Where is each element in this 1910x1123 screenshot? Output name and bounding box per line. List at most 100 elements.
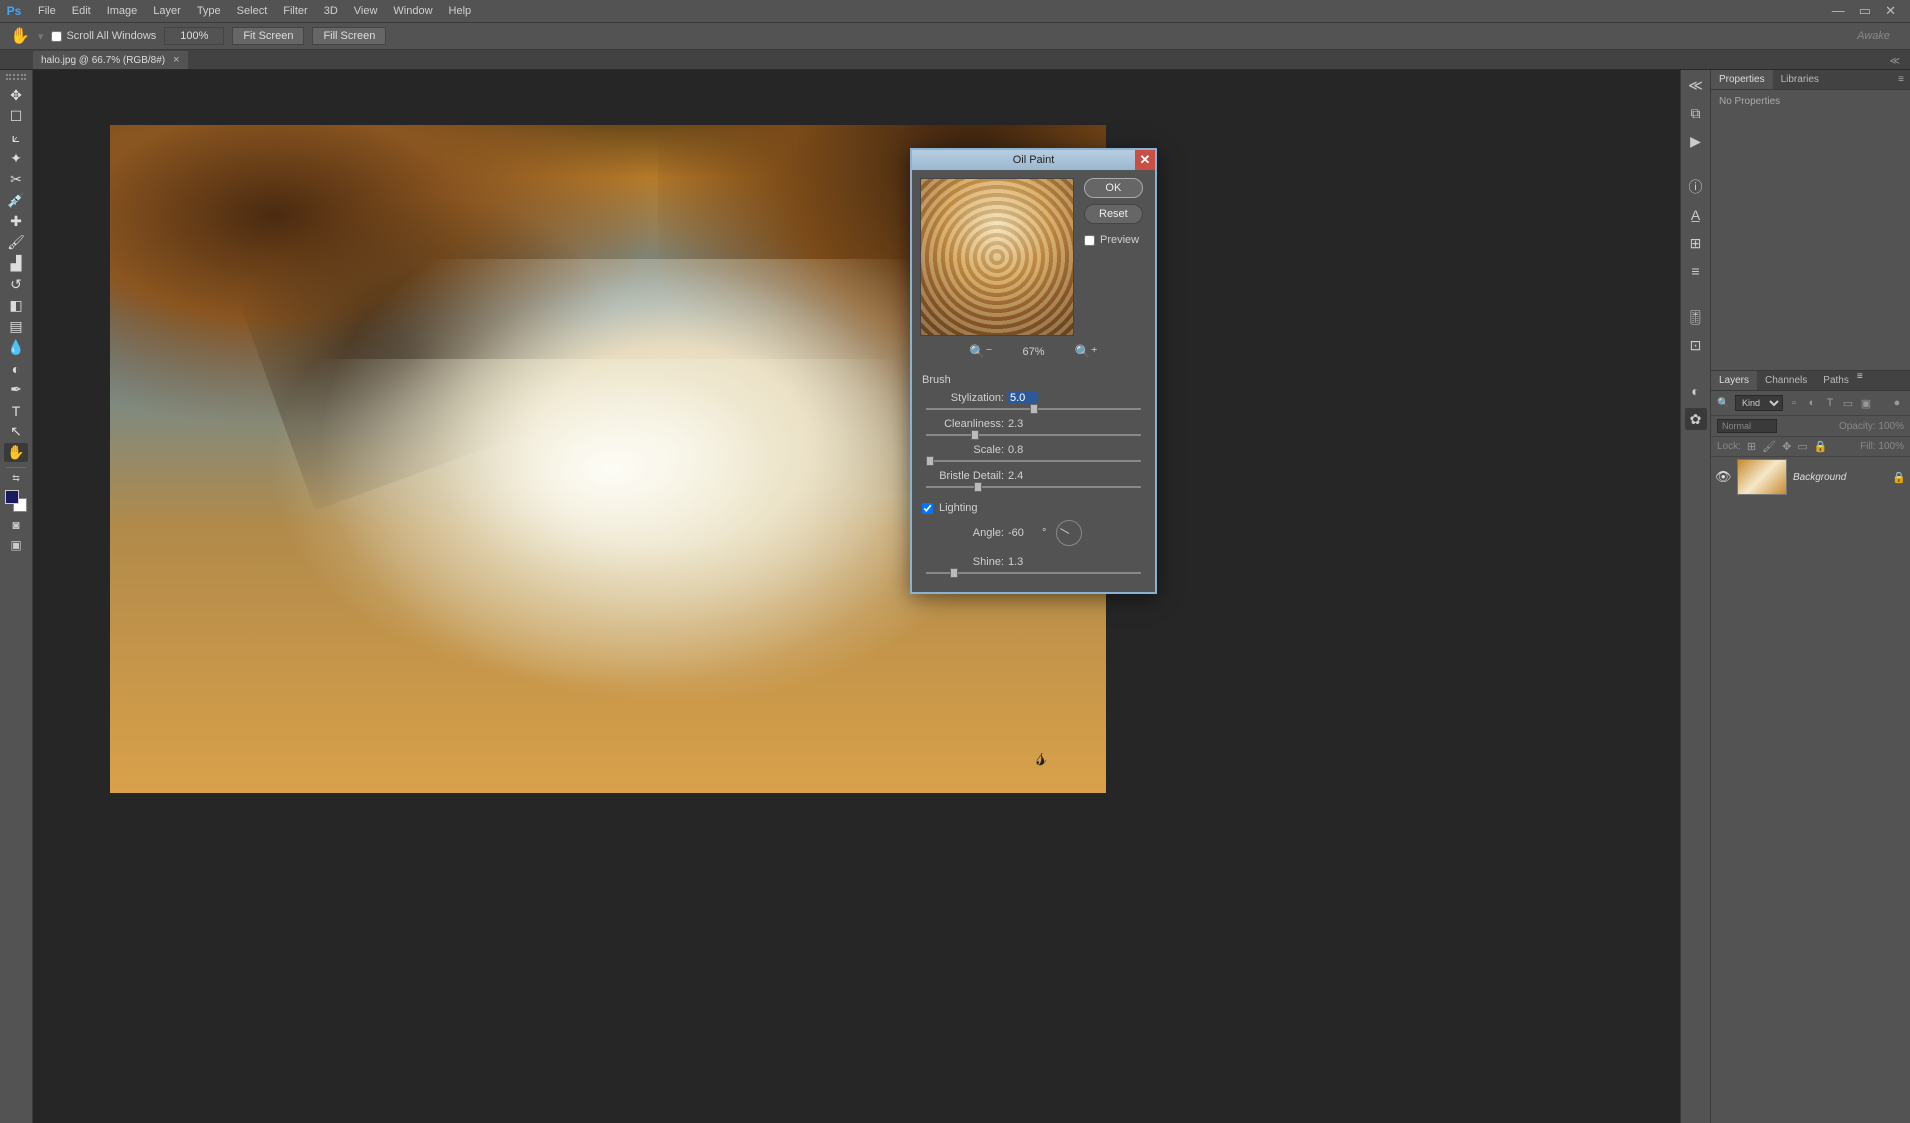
blend-mode-select[interactable]: Normal xyxy=(1717,419,1777,433)
screenmode-icon[interactable]: ▣ xyxy=(6,538,26,552)
dodge-tool-icon[interactable]: ◐ xyxy=(4,359,28,378)
menu-help[interactable]: Help xyxy=(441,2,480,20)
hand-tool-icon[interactable]: ✋ xyxy=(4,443,28,462)
expand-panels-icon[interactable]: ≪ xyxy=(1685,74,1707,96)
quickmask-icon[interactable]: ◙ xyxy=(6,518,26,532)
pen-tool-icon[interactable]: ✒ xyxy=(4,380,28,399)
adjustments-panel-icon[interactable]: 🎚 xyxy=(1685,306,1707,328)
zoom-in-icon[interactable]: 🔍⁺ xyxy=(1075,344,1098,360)
type-tool-icon[interactable]: T xyxy=(4,401,28,420)
menu-view[interactable]: View xyxy=(346,2,386,20)
magic-wand-tool-icon[interactable]: ✦ xyxy=(4,149,28,168)
close-icon[interactable]: ✕ xyxy=(1885,3,1896,19)
brush-tool-icon[interactable]: 🖌 xyxy=(4,233,28,252)
angle-value[interactable]: -60 xyxy=(1008,527,1038,539)
maximize-icon[interactable]: ▭ xyxy=(1859,3,1871,19)
tab-layers[interactable]: Layers xyxy=(1711,371,1757,390)
cleanliness-value[interactable]: 2.3 xyxy=(1008,418,1038,430)
menu-type[interactable]: Type xyxy=(189,2,229,20)
preview-checkbox-row[interactable]: Preview xyxy=(1084,234,1143,246)
tab-properties[interactable]: Properties xyxy=(1711,70,1773,89)
stylization-slider[interactable] xyxy=(926,408,1141,410)
fit-screen-button[interactable]: Fit Screen xyxy=(232,27,304,45)
minimize-icon[interactable]: — xyxy=(1832,3,1845,19)
document-tab-close-icon[interactable]: × xyxy=(173,54,179,66)
stamp-tool-icon[interactable]: ▟ xyxy=(4,254,28,273)
filter-adjust-icon[interactable]: ◐ xyxy=(1805,397,1819,409)
panel-menu-icon[interactable]: ≡ xyxy=(1892,70,1910,89)
dialog-titlebar[interactable]: Oil Paint ✕ xyxy=(912,150,1155,170)
oil-paint-dialog[interactable]: Oil Paint ✕ OK Reset Preview 🔍⁻ 67% 🔍⁺ B… xyxy=(910,148,1157,594)
healing-tool-icon[interactable]: ✚ xyxy=(4,212,28,231)
panel-grip-icon[interactable] xyxy=(6,74,26,80)
lock-artboard-icon[interactable]: ▭ xyxy=(1797,440,1807,453)
lock-brush-icon[interactable]: 🖌 xyxy=(1762,440,1776,453)
lock-position-icon[interactable]: ✥ xyxy=(1782,440,1791,453)
scale-value[interactable]: 0.8 xyxy=(1008,444,1038,456)
filter-type-icon[interactable]: T xyxy=(1823,397,1837,409)
move-tool-icon[interactable]: ✥ xyxy=(4,86,28,105)
paragraph-panel-icon[interactable]: ⊞ xyxy=(1685,232,1707,254)
layer-visibility-icon[interactable]: 👁 xyxy=(1715,469,1731,485)
info-panel-icon[interactable]: ⓘ xyxy=(1685,176,1707,198)
hand-tool-icon[interactable]: ✋ xyxy=(10,26,30,46)
lighting-checkbox[interactable] xyxy=(922,503,933,514)
layer-lock-icon[interactable]: 🔒 xyxy=(1892,471,1906,484)
layer-search-icon[interactable]: 🔍 xyxy=(1717,398,1731,409)
stylization-value[interactable]: 5.0 xyxy=(1008,392,1038,404)
angle-dial[interactable] xyxy=(1056,520,1082,546)
history-brush-tool-icon[interactable]: ↺ xyxy=(4,275,28,294)
tab-paths[interactable]: Paths xyxy=(1815,371,1857,390)
slider-handle-icon[interactable] xyxy=(950,568,958,578)
foreground-color-swatch[interactable] xyxy=(5,490,19,504)
shine-slider[interactable] xyxy=(926,572,1141,574)
filter-toggle-icon[interactable]: ● xyxy=(1890,397,1904,409)
preview-checkbox[interactable] xyxy=(1084,235,1095,246)
dialog-preview[interactable] xyxy=(920,178,1074,336)
color-swatch[interactable] xyxy=(5,490,27,512)
history-panel-icon[interactable]: ⧉ xyxy=(1685,102,1707,124)
filter-pixel-icon[interactable]: ▫ xyxy=(1787,397,1801,409)
opacity-value[interactable]: 100% xyxy=(1878,421,1904,432)
menu-layer[interactable]: Layer xyxy=(145,2,189,20)
styles-panel-icon[interactable]: ≡ xyxy=(1685,260,1707,282)
scale-slider[interactable] xyxy=(926,460,1141,462)
swatches-panel-icon[interactable]: ◐ xyxy=(1685,380,1707,402)
menu-3d[interactable]: 3D xyxy=(316,2,346,20)
bristle-detail-value[interactable]: 2.4 xyxy=(1008,470,1038,482)
dialog-close-icon[interactable]: ✕ xyxy=(1135,150,1155,170)
tab-overflow-icon[interactable]: ≪ xyxy=(1890,56,1900,69)
zoom-out-icon[interactable]: 🔍⁻ xyxy=(969,344,992,360)
blur-tool-icon[interactable]: 💧 xyxy=(4,338,28,357)
eyedropper-tool-icon[interactable]: 💉 xyxy=(4,191,28,210)
scroll-all-windows-checkbox[interactable]: Scroll All Windows xyxy=(51,30,156,42)
layer-name-label[interactable]: Background xyxy=(1793,472,1886,483)
document-tab[interactable]: halo.jpg @ 66.7% (RGB/8#) × xyxy=(33,51,188,69)
canvas-area[interactable]: 𝓈 xyxy=(33,70,1680,1123)
slider-handle-icon[interactable] xyxy=(1030,404,1038,414)
layer-row[interactable]: 👁 Background 🔒 xyxy=(1711,457,1910,497)
slider-handle-icon[interactable] xyxy=(974,482,982,492)
menu-select[interactable]: Select xyxy=(229,2,276,20)
reset-button[interactable]: Reset xyxy=(1084,204,1143,224)
filter-panel-icon[interactable]: ✿ xyxy=(1685,408,1707,430)
lasso-tool-icon[interactable]: ⟀ xyxy=(4,128,28,147)
actions-panel-icon[interactable]: ▶ xyxy=(1685,130,1707,152)
character-panel-icon[interactable]: A̲ xyxy=(1685,204,1707,226)
scroll-all-checkbox[interactable] xyxy=(51,31,62,42)
navigator-panel-icon[interactable]: ⊡ xyxy=(1685,334,1707,356)
slider-handle-icon[interactable] xyxy=(971,430,979,440)
crop-tool-icon[interactable]: ✂ xyxy=(4,170,28,189)
filter-shape-icon[interactable]: ▭ xyxy=(1841,397,1855,410)
cleanliness-slider[interactable] xyxy=(926,434,1141,436)
menu-image[interactable]: Image xyxy=(99,2,146,20)
tab-libraries[interactable]: Libraries xyxy=(1773,70,1827,89)
dialog-zoom-value[interactable]: 67% xyxy=(1022,346,1044,358)
fill-value[interactable]: 100% xyxy=(1878,441,1904,452)
lock-all-icon[interactable]: 🔒 xyxy=(1814,440,1828,453)
menu-edit[interactable]: Edit xyxy=(64,2,99,20)
eraser-tool-icon[interactable]: ◧ xyxy=(4,296,28,315)
gradient-tool-icon[interactable]: ▤ xyxy=(4,317,28,336)
layer-kind-select[interactable]: Kind xyxy=(1735,395,1783,411)
tab-channels[interactable]: Channels xyxy=(1757,371,1815,390)
